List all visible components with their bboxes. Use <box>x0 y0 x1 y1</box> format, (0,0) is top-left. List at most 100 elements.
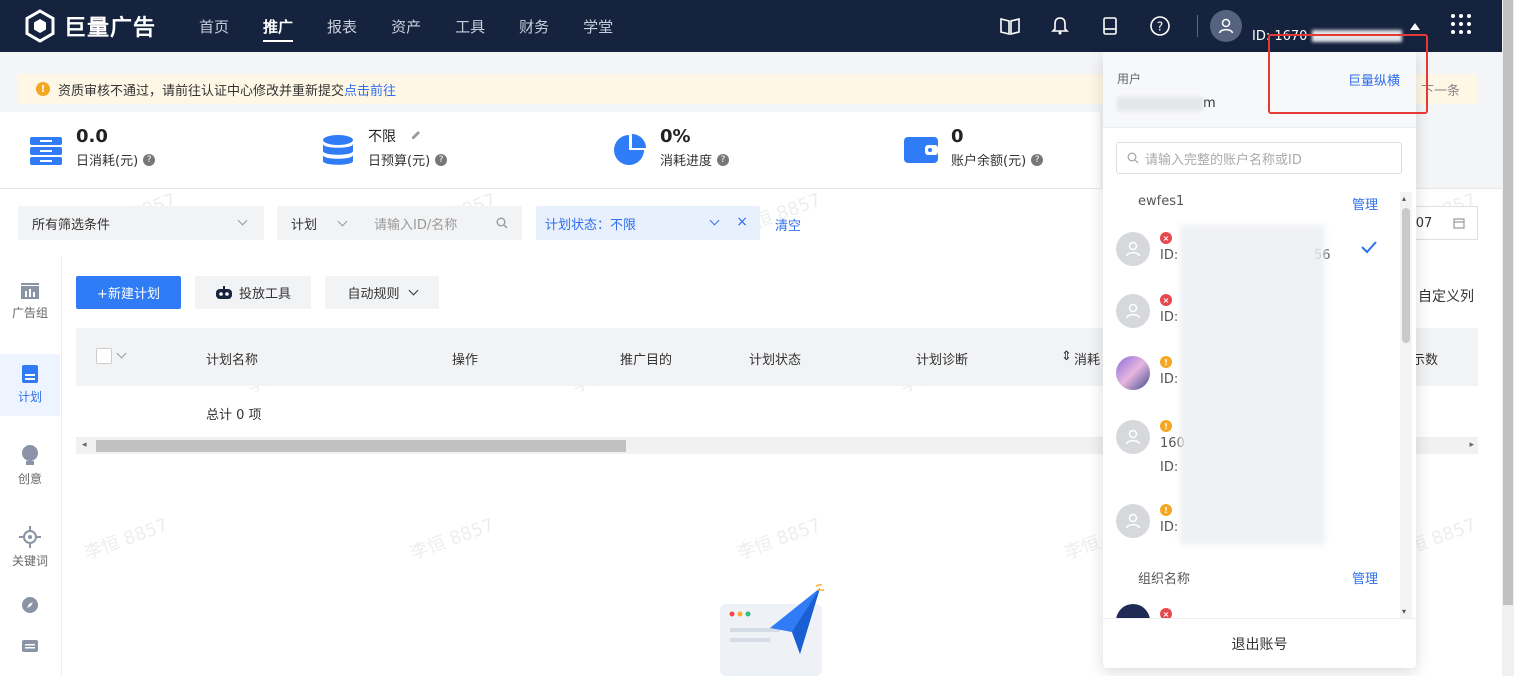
stat-label: 日消耗(元) <box>76 154 139 169</box>
warning-status-icon: ! <box>1160 356 1172 368</box>
question-icon[interactable]: ? <box>143 153 156 166</box>
book-icon[interactable] <box>985 0 1035 52</box>
error-status-icon: × <box>1160 294 1172 306</box>
ad-tools-button[interactable]: 投放工具 <box>195 276 311 309</box>
nav-finance[interactable]: 财务 <box>502 0 566 52</box>
select-all-checkbox[interactable] <box>96 348 112 364</box>
sidenav-compass[interactable] <box>0 596 60 620</box>
nav-assets[interactable]: 资产 <box>374 0 438 52</box>
edit-pencil-icon[interactable] <box>410 129 422 141</box>
plan-status-filter[interactable]: 计划状态：不限 × <box>536 206 760 240</box>
message-icon <box>22 640 38 652</box>
stat-label: 消耗进度 <box>660 154 713 169</box>
all-filters-select[interactable]: 所有筛选条件 <box>18 206 264 240</box>
account-id: ID: <box>1160 520 1179 535</box>
chevron-down-icon <box>709 215 720 226</box>
brand-logo[interactable]: 巨量广告 <box>22 8 156 44</box>
logout-button[interactable]: 退出账号 <box>1103 618 1416 668</box>
scroll-left-icon[interactable]: ◂ <box>82 440 87 450</box>
question-icon[interactable]: ? <box>1031 153 1044 166</box>
clear-status-icon[interactable]: × <box>736 214 748 230</box>
checkmark-icon <box>1361 241 1377 254</box>
robot-icon <box>215 285 232 299</box>
panel-scrollbar[interactable]: ▴ ▾ <box>1400 192 1412 618</box>
caret-up-icon[interactable] <box>1410 22 1420 30</box>
stat-value-wrap: 不限 <box>368 126 447 148</box>
stat-value: 不限 <box>368 129 396 145</box>
filter-type[interactable]: 计划 <box>291 214 317 233</box>
total-count: 总计 0 项 <box>206 408 262 423</box>
auto-rules-label: 自动规则 <box>347 287 400 302</box>
nav-promotion[interactable]: 推广 <box>246 0 310 52</box>
col-cost[interactable]: 消耗 <box>1074 349 1100 368</box>
user-email: m <box>1117 96 1216 111</box>
question-icon[interactable]: ? <box>435 153 448 166</box>
search-icon[interactable] <box>496 217 508 229</box>
plan-search-filter[interactable]: 计划 请输入ID/名称 <box>277 206 522 240</box>
sort-icon[interactable]: ⇕ <box>1061 349 1072 364</box>
chevron-down-icon <box>337 216 348 226</box>
account-id: ID: <box>1160 310 1179 325</box>
app-grid-icon[interactable] <box>1450 13 1472 39</box>
bar-chart-icon <box>21 283 39 299</box>
nav-academy[interactable]: 学堂 <box>566 0 630 52</box>
question-icon[interactable]: ? <box>717 153 730 166</box>
error-status-icon: × <box>1160 608 1172 618</box>
bell-icon[interactable] <box>1035 0 1085 52</box>
main-nav: 首页 推广 报表 资产 工具 财务 学堂 <box>182 0 630 52</box>
sidenav-plan[interactable]: 计划 <box>0 354 60 416</box>
nav-home[interactable]: 首页 <box>182 0 246 52</box>
search-placeholder: 请输入完整的账户名称或ID <box>1145 152 1302 168</box>
stat-label: 账户余额(元) <box>951 154 1027 169</box>
filter-label: 所有筛选条件 <box>32 217 111 233</box>
account-avatar-icon <box>1116 420 1150 454</box>
col-operation: 操作 <box>452 353 479 368</box>
pie-chart-icon <box>614 134 646 165</box>
col-plan-name[interactable]: 计划名称 <box>206 349 258 368</box>
panel-scrollbar-thumb[interactable] <box>1402 208 1410 343</box>
table-scroll-thumb[interactable] <box>96 440 626 452</box>
account-id: ID: <box>1160 372 1179 387</box>
new-plan-button[interactable]: +新建计划 <box>76 276 181 309</box>
account-avatar-image <box>1116 356 1150 390</box>
lightbulb-icon <box>22 445 38 465</box>
stat-daily-budget: 不限 日预算(元)? <box>320 126 448 169</box>
user-avatar-icon[interactable] <box>1210 10 1242 42</box>
stats-bar: 0.0 日消耗(元)? 不限 日预算(元)? 0% 消耗进度? 0 账户余额(元… <box>0 112 1100 188</box>
sidenav-keyword[interactable]: 关键词 <box>0 526 60 582</box>
account-id: ID: <box>1160 460 1179 475</box>
group-name: ewfes1 <box>1138 194 1185 209</box>
sidenav-creative[interactable]: 创意 <box>0 444 60 500</box>
manage-group-link[interactable]: 管理 <box>1352 194 1378 213</box>
calendar-icon <box>1453 218 1465 229</box>
alert-link[interactable]: 点击前往 <box>344 80 396 99</box>
wallet-icon <box>904 137 938 163</box>
scroll-up-icon[interactable]: ▴ <box>1402 194 1406 203</box>
warning-icon: ! <box>36 82 50 96</box>
auto-rules-button[interactable]: 自动规则 <box>325 276 439 309</box>
clear-filters-link[interactable]: 清空 <box>775 215 801 234</box>
plan-search-input[interactable]: 请输入ID/名称 <box>374 214 457 233</box>
tablet-icon[interactable] <box>1085 0 1135 52</box>
customize-columns-button[interactable]: 自定义列 <box>1418 286 1474 306</box>
nav-tools[interactable]: 工具 <box>438 0 502 52</box>
page-scrollbar[interactable] <box>1502 0 1514 676</box>
alert-text: 资质审核不通过，请前往认证中心修改并重新提交 <box>58 83 345 99</box>
sidenav-message[interactable] <box>0 638 60 662</box>
help-icon[interactable]: ? <box>1135 0 1185 52</box>
stat-label: 日预算(元) <box>368 154 431 169</box>
manage-org-link[interactable]: 管理 <box>1352 568 1378 587</box>
col-diagnosis: 计划诊断 <box>916 353 969 368</box>
stat-label-wrap: 账户余额(元)? <box>951 150 1044 169</box>
sidenav-ad-group[interactable]: 广告组 <box>0 282 60 338</box>
chevron-down-icon[interactable] <box>116 348 127 359</box>
sidenav-label: 创意 <box>17 472 42 486</box>
scroll-down-icon[interactable]: ▾ <box>1402 607 1406 616</box>
database-icon <box>323 135 353 165</box>
nav-reports[interactable]: 报表 <box>310 0 374 52</box>
scroll-right-icon[interactable]: ▸ <box>1469 440 1474 450</box>
empty-state-paper-plane-icon <box>720 584 824 676</box>
chevron-down-icon <box>408 285 418 296</box>
account-search-input[interactable]: 请输入完整的账户名称或ID <box>1116 142 1402 174</box>
page-scrollbar-thumb[interactable] <box>1503 0 1513 605</box>
